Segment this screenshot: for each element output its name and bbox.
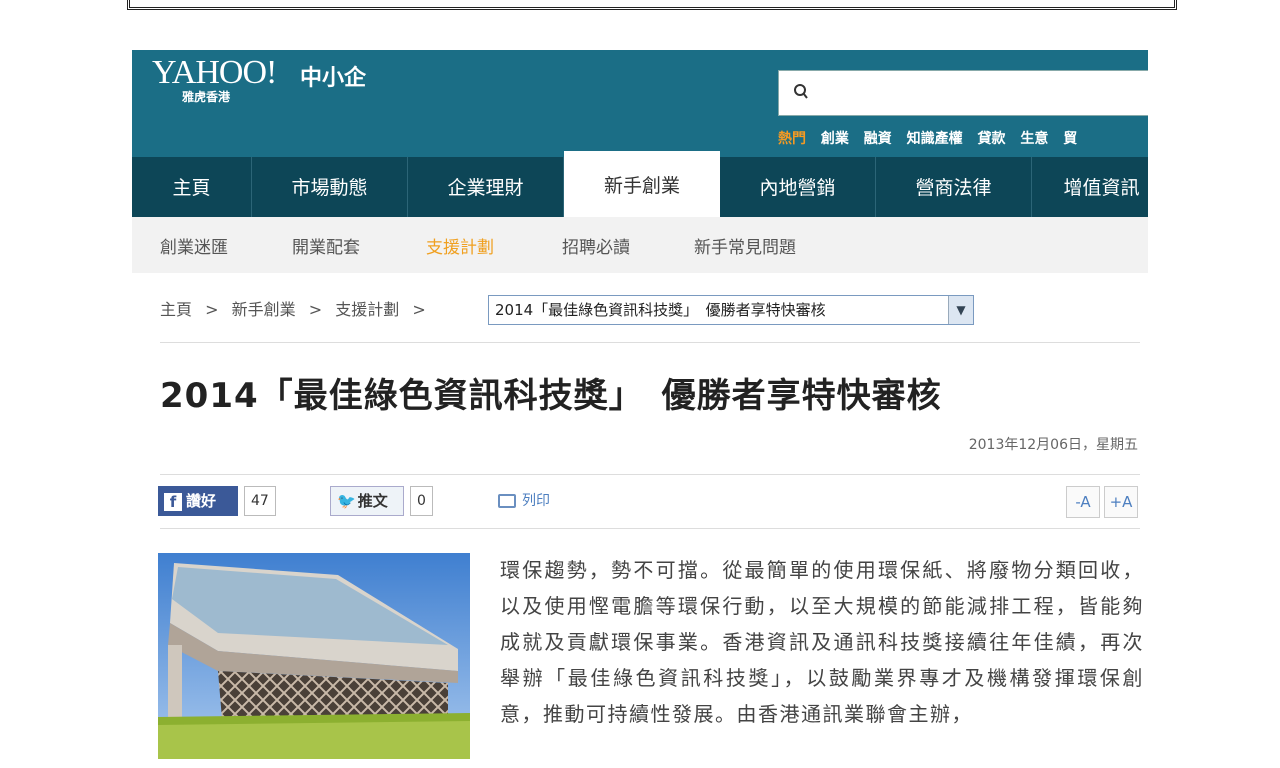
printer-icon — [498, 494, 516, 508]
nav-tab-mainland[interactable]: 內地營銷 — [720, 157, 876, 217]
article-photo-building — [158, 553, 470, 759]
search-box[interactable] — [778, 70, 1148, 116]
nav-tab-finance[interactable]: 企業理財 — [408, 157, 564, 217]
divider — [160, 528, 1140, 529]
window-frame-top — [127, 0, 1177, 10]
article-select-value: 2014「最佳綠色資訊科技獎」 優勝者享特快審核 — [495, 301, 826, 319]
facebook-like-button[interactable]: f 讚好 — [158, 486, 238, 516]
nav-tab-law[interactable]: 營商法律 — [876, 157, 1032, 217]
breadcrumb-item[interactable]: 主頁 — [160, 300, 192, 319]
tweet-button[interactable]: 🐦 推文 — [330, 486, 404, 516]
topic-link[interactable]: 創業 — [821, 131, 849, 147]
section-name[interactable]: 中小企 — [300, 60, 366, 92]
topic-link[interactable]: 貿 — [1063, 131, 1077, 147]
divider — [160, 474, 1140, 475]
twitter-bird-icon: 🐦 — [337, 492, 356, 510]
site-header: YAHOO! 雅虎香港 中小企 熱門 創業 融資 知識產權 貸款 生意 貿 — [132, 50, 1148, 157]
print-button[interactable]: 列印 — [498, 490, 550, 510]
breadcrumb-item[interactable]: 支援計劃 — [335, 300, 399, 319]
facebook-icon: f — [164, 492, 182, 511]
breadcrumb-separator: > — [308, 300, 323, 319]
nav-tab-market[interactable]: 市場動態 — [252, 157, 408, 217]
font-decrease-button[interactable]: -A — [1066, 486, 1100, 518]
chevron-down-icon[interactable]: ▼ — [948, 296, 973, 324]
logo-wordmark: YAHOO! — [152, 54, 277, 91]
article-body: 環保趨勢，勢不可擋。從最簡單的使用環保紙、將廢物分類回收，以及使用慳電膽等環保行… — [500, 558, 1144, 726]
tweet-count: 0 — [410, 486, 433, 516]
yahoo-logo[interactable]: YAHOO! 雅虎香港 — [152, 54, 277, 105]
topic-link[interactable]: 融資 — [864, 131, 892, 147]
hot-topics-bar: 熱門 創業 融資 知識產權 貸款 生意 貿 — [778, 128, 1087, 148]
breadcrumb-separator: > — [205, 300, 219, 319]
main-nav: 主頁 市場動態 企業理財 新手創業 內地營銷 營商法律 增值資訊 — [132, 151, 1148, 217]
subnav-item-active[interactable]: 支援計劃 — [426, 233, 494, 258]
web-page: YAHOO! 雅虎香港 中小企 熱門 創業 融資 知識產權 貸款 生意 貿 主頁… — [132, 50, 1148, 768]
article-date: 2013年12月06日，星期五 — [968, 437, 1138, 453]
article-title: 2014「最佳綠色資訊科技獎」 優勝者享特快審核 — [160, 376, 942, 416]
subnav-item[interactable]: 新手常見問題 — [694, 233, 796, 258]
subnav-item[interactable]: 創業迷匯 — [160, 233, 228, 258]
search-input[interactable] — [819, 77, 1143, 111]
nav-tab-info[interactable]: 增值資訊 — [1032, 157, 1148, 217]
like-count: 47 — [244, 486, 276, 516]
print-label: 列印 — [522, 493, 550, 509]
font-increase-button[interactable]: +A — [1104, 486, 1138, 518]
topic-link[interactable]: 貸款 — [978, 131, 1006, 147]
nav-tab-startup[interactable]: 新手創業 — [564, 151, 720, 217]
topic-link[interactable]: 知識產權 — [907, 131, 963, 147]
breadcrumb-separator: > — [412, 300, 426, 319]
breadcrumb-item[interactable]: 新手創業 — [232, 300, 296, 319]
tweet-label: 推文 — [357, 492, 388, 510]
search-icon[interactable] — [793, 81, 809, 103]
breadcrumb: 主頁 > 新手創業 > 支援計劃 > — [160, 296, 434, 320]
article-select-dropdown[interactable]: 2014「最佳綠色資訊科技獎」 優勝者享特快審核 ▼ — [488, 295, 974, 325]
like-label: 讚好 — [186, 492, 217, 510]
subnav-item[interactable]: 開業配套 — [292, 233, 360, 258]
topic-hot[interactable]: 熱門 — [778, 131, 806, 147]
subnav-item[interactable]: 招聘必讀 — [562, 233, 630, 258]
sub-nav: 創業迷匯 開業配套 支援計劃 招聘必讀 新手常見問題 — [132, 217, 1148, 273]
topic-link[interactable]: 生意 — [1020, 131, 1048, 147]
nav-tab-home[interactable]: 主頁 — [132, 157, 252, 217]
divider — [160, 342, 1140, 343]
